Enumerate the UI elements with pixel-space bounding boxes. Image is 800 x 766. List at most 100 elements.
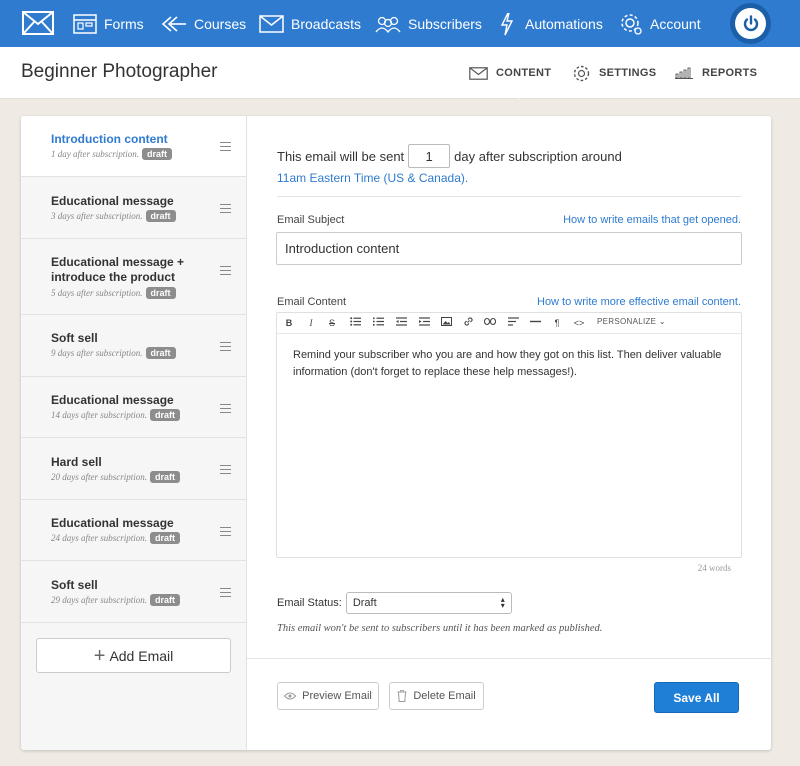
email-list-item[interactable]: Soft sell 9 days after subscription. draf… <box>21 315 246 377</box>
courses-icon <box>161 15 186 32</box>
drag-handle-icon[interactable] <box>220 266 231 275</box>
outdent-icon[interactable] <box>394 316 408 330</box>
image-icon[interactable] <box>439 316 453 330</box>
save-all-button[interactable]: Save All <box>654 682 739 713</box>
personalize-label: PERSONALIZE <box>597 317 657 326</box>
align-icon[interactable] <box>506 316 520 330</box>
numbered-list-icon[interactable] <box>371 316 385 330</box>
nav-account-label: Account <box>650 15 701 32</box>
paragraph-icon[interactable]: ¶ <box>550 316 564 330</box>
send-schedule: This email will be sent day after subscr… <box>277 144 622 168</box>
nav-courses-label: Courses <box>194 15 247 32</box>
preview-email-button[interactable]: Preview Email <box>277 682 379 710</box>
status-select[interactable]: Draft ▴ ▾ <box>345 592 512 614</box>
status-badge: draft <box>150 532 180 544</box>
drag-handle-icon[interactable] <box>220 404 231 413</box>
nav-subscribers[interactable]: Subscribers <box>375 0 482 47</box>
email-schedule: 20 days after subscription. draft <box>51 471 180 483</box>
email-title: Introduction content <box>51 132 168 146</box>
eye-icon <box>284 692 297 700</box>
status-badge: draft <box>142 148 172 160</box>
nav-forms[interactable]: Forms <box>73 0 144 47</box>
email-title: Educational message <box>51 194 174 208</box>
status-note: This email won't be sent to subscribers … <box>277 623 603 634</box>
send-suffix: day after subscription around <box>454 148 622 164</box>
status-badge: draft <box>150 594 180 606</box>
email-title: Educational message <box>51 393 174 407</box>
send-prefix: This email will be sent <box>277 148 405 164</box>
email-list-item[interactable]: Introduction content 1 day after subscri… <box>21 116 246 177</box>
email-list-item[interactable]: Hard sell 20 days after subscription. dra… <box>21 438 246 500</box>
bulleted-list-icon[interactable] <box>348 316 362 330</box>
horizontal-rule-icon[interactable] <box>528 316 542 330</box>
link-icon[interactable] <box>461 316 475 331</box>
select-arrows-icon: ▴ ▾ <box>500 595 505 610</box>
nav-broadcasts[interactable]: Broadcasts <box>259 0 361 47</box>
tab-content-label: CONTENT <box>496 67 552 79</box>
send-days-input[interactable] <box>408 144 451 168</box>
status-badge: draft <box>145 210 176 222</box>
tab-settings-label: SETTINGS <box>599 67 657 79</box>
email-schedule: 9 days after subscription. draft <box>51 347 176 359</box>
content-label: Email Content <box>277 296 347 308</box>
delete-email-button[interactable]: Delete Email <box>389 682 484 710</box>
drag-handle-icon[interactable] <box>220 588 231 597</box>
delete-email-label: Delete Email <box>413 690 476 702</box>
drag-handle-icon[interactable] <box>220 342 231 351</box>
logo-mail-icon[interactable] <box>22 11 54 40</box>
email-list-item[interactable]: Educational message 14 days after subscr… <box>21 377 246 438</box>
forms-icon <box>73 13 97 34</box>
email-schedule-text: 5 days after subscription. <box>51 288 143 298</box>
status-selected-value: Draft <box>352 597 377 609</box>
unlink-icon[interactable] <box>483 316 497 330</box>
footer-divider <box>247 658 771 659</box>
drag-handle-icon[interactable] <box>220 204 231 213</box>
nav-forms-label: Forms <box>104 15 144 32</box>
bold-button[interactable]: B <box>282 316 296 330</box>
add-email-label: Add Email <box>109 647 174 664</box>
strikethrough-button[interactable]: S <box>325 316 339 330</box>
email-body-text[interactable]: Remind your subscriber who you are and h… <box>293 347 723 381</box>
email-schedule: 1 day after subscription. draft <box>51 148 172 160</box>
email-list-item[interactable]: Soft sell 29 days after subscription. dra… <box>21 561 246 623</box>
indent-icon[interactable] <box>417 316 431 330</box>
preview-email-label: Preview Email <box>302 690 372 702</box>
drag-handle-icon[interactable] <box>220 465 231 474</box>
editor-toolbar: B I S ¶ <> PERSONALIZE ⌄ <box>277 313 741 334</box>
email-list-item[interactable]: Educational message 3 days after subscri… <box>21 177 246 239</box>
tab-settings[interactable]: SETTINGS <box>572 47 656 99</box>
automations-icon <box>500 12 514 35</box>
power-icon <box>743 14 758 31</box>
gear-icon <box>573 65 590 81</box>
add-email-button[interactable]: + Add Email <box>36 638 231 673</box>
status-label: Email Status: <box>277 597 342 609</box>
content-help-link[interactable]: How to write more effective email conten… <box>477 296 741 308</box>
subject-input[interactable] <box>276 232 742 265</box>
email-schedule-text: 9 days after subscription. <box>51 348 143 358</box>
drag-handle-icon[interactable] <box>220 142 231 151</box>
nav-courses[interactable]: Courses <box>161 0 246 47</box>
email-schedule: 24 days after subscription. draft <box>51 532 180 544</box>
send-time-link[interactable]: 11am Eastern Time (US & Canada). <box>277 171 468 185</box>
nav-account[interactable]: Account <box>619 0 701 47</box>
drag-handle-icon[interactable] <box>220 527 231 536</box>
power-button[interactable] <box>730 3 771 44</box>
plus-icon: + <box>93 644 106 667</box>
personalize-dropdown[interactable]: PERSONALIZE ⌄ <box>597 317 666 326</box>
tab-reports[interactable]: REPORTS <box>674 47 757 99</box>
status-badge: draft <box>150 471 180 483</box>
nav-automations[interactable]: Automations <box>500 0 603 47</box>
subject-help-link[interactable]: How to write emails that get opened. <box>497 214 741 226</box>
sequence-header: Beginner Photographer CONTENT SETTINGS R… <box>0 47 800 99</box>
email-list-sidebar: Introduction content 1 day after subscri… <box>21 116 247 750</box>
email-schedule-text: 3 days after subscription. <box>51 211 143 221</box>
email-schedule: 3 days after subscription. draft <box>51 210 176 222</box>
status-badge: draft <box>150 409 180 421</box>
email-list-item[interactable]: Educational message + introduce the prod… <box>21 239 246 315</box>
divider <box>277 196 741 197</box>
italic-button[interactable]: I <box>304 316 318 330</box>
email-title: Soft sell <box>51 578 98 592</box>
code-icon[interactable]: <> <box>572 316 586 330</box>
email-list-item[interactable]: Educational message 24 days after subscr… <box>21 500 246 561</box>
rich-text-editor[interactable]: B I S ¶ <> PERSONALIZE ⌄ Remind your sub… <box>276 312 742 558</box>
